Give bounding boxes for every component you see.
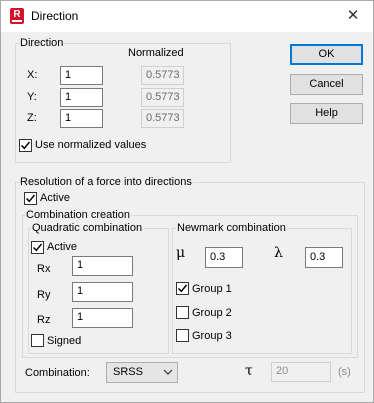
quadratic-combination-label: Quadratic combination (31, 222, 144, 234)
y-label: Y: (27, 91, 37, 103)
quadratic-active-label[interactable]: Active (47, 241, 77, 253)
tau-symbol: τ (245, 363, 253, 379)
lambda-input[interactable]: 0.3 (305, 247, 343, 268)
group1-label[interactable]: Group 1 (192, 283, 232, 295)
group2-label[interactable]: Group 2 (192, 307, 232, 319)
ok-button[interactable]: OK (290, 44, 363, 65)
z-normalized-field: 0.5773 (141, 109, 184, 128)
tau-input[interactable]: 20 (271, 362, 331, 382)
group1-checkbox[interactable] (176, 282, 189, 295)
x-normalized-field: 0.5773 (141, 66, 184, 85)
resolution-active-checkbox[interactable] (24, 192, 37, 205)
tau-unit: (s) (338, 366, 351, 378)
checkmark-icon (32, 243, 43, 252)
direction-group-label: Direction (19, 37, 65, 49)
signed-label[interactable]: Signed (47, 335, 81, 347)
rx-label: Rx (37, 263, 51, 275)
checkmark-icon (20, 141, 31, 150)
group3-checkbox[interactable] (176, 329, 189, 342)
combination-selected-value: SRSS (113, 366, 143, 378)
use-normalized-label[interactable]: Use normalized values (35, 139, 146, 151)
combination-label: Combination: (25, 367, 90, 379)
y-normalized-field: 0.5773 (141, 88, 184, 107)
combination-creation-label: Combination creation (25, 209, 131, 221)
newmark-combination-label: Newmark combination (176, 222, 287, 234)
checkmark-icon (25, 194, 36, 203)
resolution-group-label: Resolution of a force into directions (19, 176, 193, 188)
group2-checkbox[interactable] (176, 306, 189, 319)
signed-checkbox[interactable] (31, 334, 44, 347)
app-logo-icon: R (10, 8, 24, 24)
close-icon[interactable]: ✕ (341, 5, 365, 27)
x-label: X: (27, 69, 38, 81)
ry-input[interactable]: 1 (72, 282, 133, 302)
help-button[interactable]: Help (290, 103, 363, 124)
x-input[interactable]: 1 (60, 66, 103, 85)
checkmark-icon (177, 284, 188, 293)
z-label: Z: (27, 112, 37, 124)
group3-label[interactable]: Group 3 (192, 330, 232, 342)
cancel-button[interactable]: Cancel (290, 74, 363, 95)
quadratic-active-checkbox[interactable] (31, 241, 44, 254)
ry-label: Ry (37, 289, 51, 301)
z-input[interactable]: 1 (60, 109, 103, 128)
mu-input[interactable]: 0.3 (205, 247, 243, 268)
use-normalized-checkbox[interactable] (19, 139, 32, 152)
normalized-header: Normalized (128, 47, 184, 59)
lambda-symbol: λ (274, 245, 283, 261)
title-bar: R Direction ✕ (1, 1, 373, 32)
rx-input[interactable]: 1 (72, 256, 133, 276)
mu-symbol: μ (176, 245, 186, 261)
direction-dialog: R Direction ✕ Direction Normalized X: 1 … (0, 0, 374, 403)
chevron-down-icon (163, 369, 173, 375)
y-input[interactable]: 1 (60, 88, 103, 107)
window-title: Direction (31, 9, 79, 23)
rz-input[interactable]: 1 (72, 308, 133, 328)
rz-label: Rz (37, 314, 51, 326)
resolution-active-label[interactable]: Active (40, 192, 70, 204)
combination-select[interactable]: SRSS (106, 362, 178, 383)
